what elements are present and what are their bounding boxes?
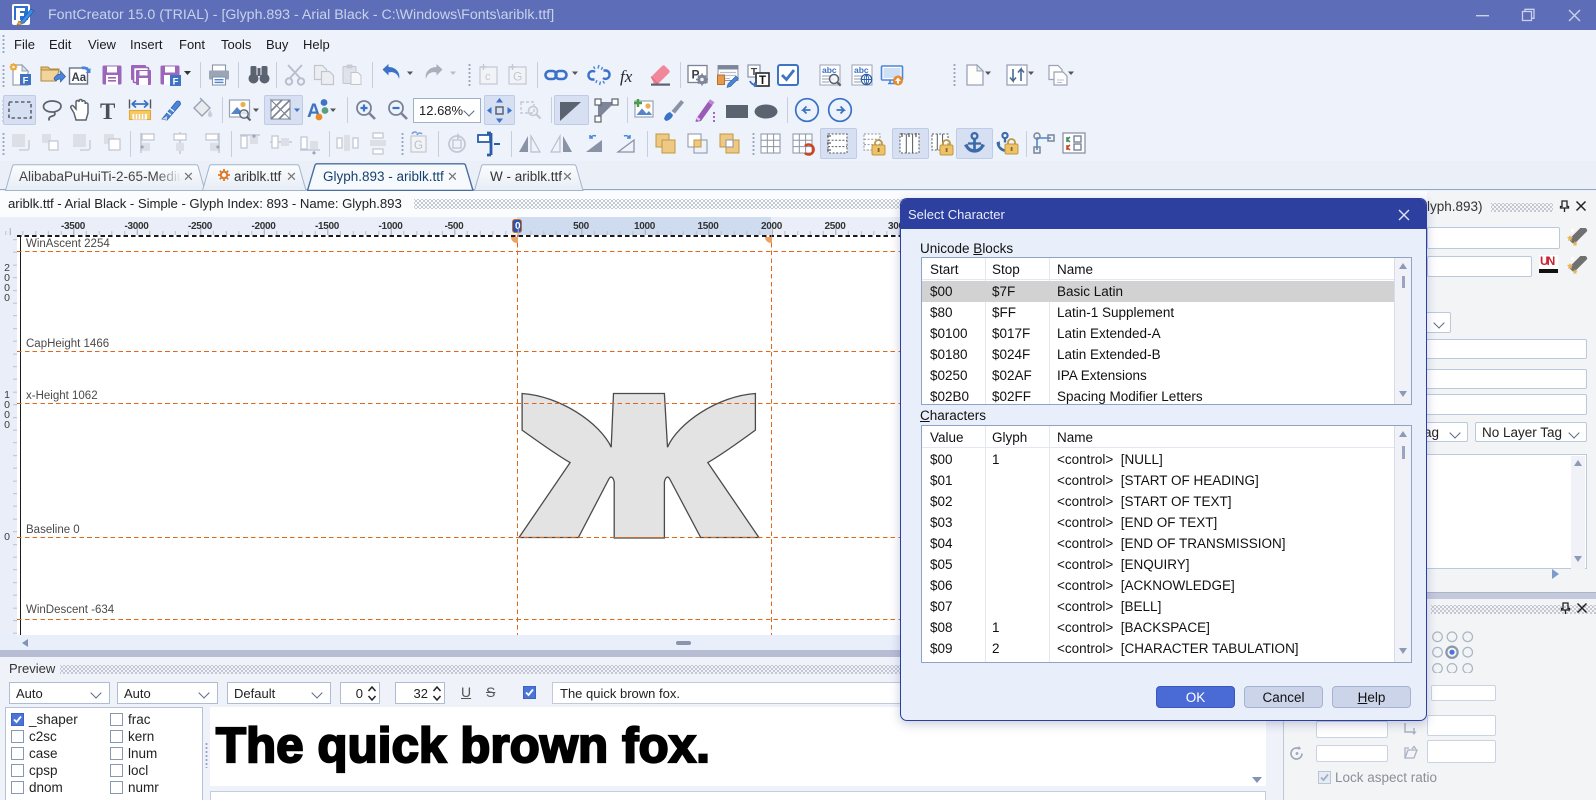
svg-text:abc: abc: [854, 65, 869, 75]
svg-text:abc: abc: [822, 65, 837, 75]
svg-text:F: F: [23, 75, 29, 86]
svg-text:F: F: [173, 76, 179, 87]
svg-text:T: T: [759, 75, 766, 87]
svg-text:G: G: [414, 140, 423, 152]
svg-text:G: G: [513, 70, 522, 84]
svg-text:c: c: [485, 71, 491, 83]
svg-text:Aa: Aa: [72, 72, 87, 84]
svg-text:fx: fx: [620, 67, 633, 86]
svg-text:T: T: [100, 99, 115, 124]
